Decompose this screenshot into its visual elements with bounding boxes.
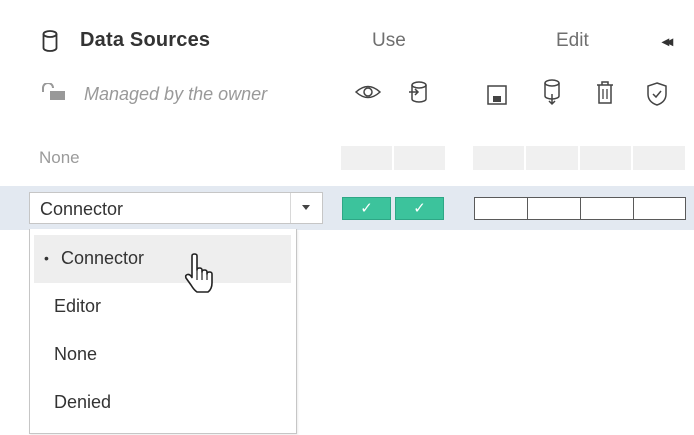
page-title: Data Sources xyxy=(80,29,211,51)
allowed-check-cell[interactable]: ✓ xyxy=(395,197,444,220)
collapse-icon[interactable]: ◂◂ xyxy=(662,33,673,50)
capability-cell[interactable] xyxy=(341,146,392,170)
menu-item-label: None xyxy=(54,344,98,364)
save-icon xyxy=(487,85,507,105)
menu-item-denied[interactable]: Denied xyxy=(30,379,296,427)
managed-by-owner-label: Managed by the owner xyxy=(84,84,268,104)
edit-column-header: Edit xyxy=(556,30,589,51)
unlock-icon xyxy=(42,83,65,100)
capability-cell[interactable] xyxy=(580,146,631,170)
capability-cell[interactable] xyxy=(633,146,685,170)
database-icon xyxy=(42,30,58,52)
certify-icon xyxy=(647,82,667,106)
select-divider xyxy=(290,193,291,223)
unspecified-cell[interactable] xyxy=(633,197,686,220)
role-dropdown-menu: • Connector Editor None Denied xyxy=(29,229,297,434)
selected-bullet: • xyxy=(44,250,49,266)
download-data-icon xyxy=(409,81,427,103)
menu-item-none[interactable]: None xyxy=(30,331,296,379)
capability-cell[interactable] xyxy=(394,146,445,170)
select-value: Connector xyxy=(40,199,124,219)
use-column-header: Use xyxy=(372,30,406,51)
allowed-check-cell[interactable]: ✓ xyxy=(342,197,391,220)
menu-item-connector[interactable]: • Connector xyxy=(34,235,291,283)
menu-item-label: Denied xyxy=(54,392,112,412)
unspecified-cell[interactable] xyxy=(474,197,528,220)
menu-item-label: Editor xyxy=(54,296,102,316)
trash-icon xyxy=(597,81,613,104)
menu-item-label: Connector xyxy=(61,248,145,268)
unspecified-cell[interactable] xyxy=(527,197,581,220)
chevron-down-icon[interactable] xyxy=(302,205,310,210)
unspecified-cell[interactable] xyxy=(580,197,634,220)
eye-icon xyxy=(354,85,382,99)
capability-cell[interactable] xyxy=(473,146,524,170)
menu-item-editor[interactable]: Editor xyxy=(30,283,296,331)
row-label-none: None xyxy=(39,148,80,167)
capability-cell[interactable] xyxy=(526,146,578,170)
download-source-icon xyxy=(544,79,560,106)
hand-cursor-icon xyxy=(184,253,213,293)
